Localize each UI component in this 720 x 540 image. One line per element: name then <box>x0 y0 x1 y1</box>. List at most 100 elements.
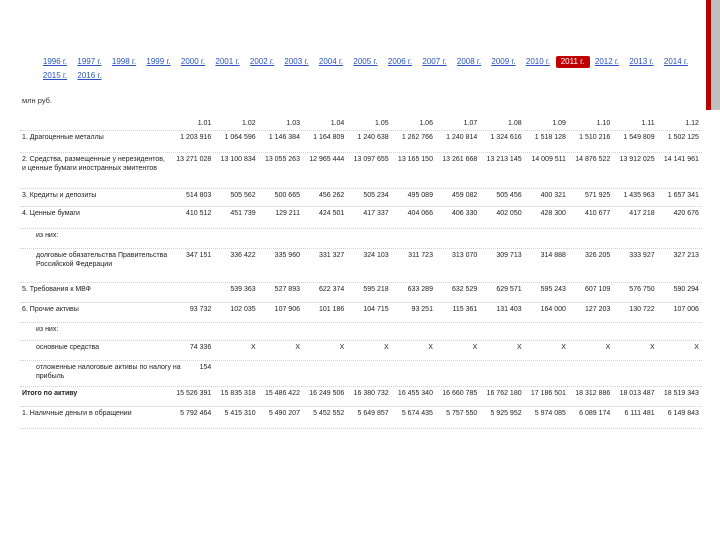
table-cell: 18 013 487 <box>619 390 655 397</box>
table-cell <box>392 364 436 373</box>
row-label: 1. Драгоценные металлы <box>22 134 104 141</box>
table-row: из них: <box>20 229 702 249</box>
column-header: 1.03 <box>286 120 300 127</box>
year-link-2009[interactable]: 2009 г. <box>487 56 521 68</box>
table-cell: 13 271 028 <box>176 156 212 163</box>
table-row: 2. Средства, размещенные у нерезидентов,… <box>20 153 702 189</box>
year-link-2010[interactable]: 2010 г. <box>521 56 555 68</box>
table-cell: 324 103 <box>363 252 389 259</box>
column-header: 1.06 <box>419 120 433 127</box>
row-label: долговые обязательства Правительства Рос… <box>36 252 168 268</box>
row-label: 3. Кредиты и депозиты <box>22 192 97 199</box>
table-row: долговые обязательства Правительства Рос… <box>20 249 702 283</box>
table-cell: 311 723 <box>408 252 433 259</box>
table-cell: 16 455 340 <box>397 390 433 397</box>
table-cell: 104 715 <box>363 306 389 313</box>
table-cell: 456 262 <box>319 192 345 199</box>
balance-table: 1.01 1.02 1.03 1.04 1.05 1.06 1.07 1.08 1.09 1.10… <box>20 117 702 429</box>
table-cell: 107 006 <box>673 306 699 313</box>
year-link-2013[interactable]: 2013 г. <box>625 56 659 68</box>
table-cell: 74 336 <box>189 344 212 351</box>
table-cell: 6 149 843 <box>667 410 699 417</box>
year-link-1999[interactable]: 1999 г. <box>142 56 176 68</box>
table-cell: 129 211 <box>275 210 300 217</box>
year-link-2014[interactable]: 2014 г. <box>659 56 693 68</box>
table-cell: 417 337 <box>363 210 389 217</box>
table-row: Итого по активу 15 526 391 15 835 318 15 48… <box>20 387 702 407</box>
column-header: 1.02 <box>242 120 256 127</box>
table-cell: 335 960 <box>274 252 300 259</box>
year-link-2006[interactable]: 2006 г. <box>383 56 417 68</box>
table-cell: 154 <box>199 364 212 371</box>
table-cell <box>436 364 480 373</box>
table-cell: 115 361 <box>452 306 478 313</box>
table-cell: 13 261 668 <box>442 156 478 163</box>
table-cell: 5 757 550 <box>446 410 478 417</box>
table-cell: 15 526 391 <box>176 390 212 397</box>
table-cell: 632 529 <box>451 286 478 293</box>
table-cell <box>303 364 347 373</box>
year-link-2011[interactable]: 2011 г. <box>555 56 590 68</box>
table-row: 5. Требования к МВФ 539 363 527 893 622 374… <box>20 283 702 303</box>
column-header: 1.07 <box>463 120 478 127</box>
year-link-2012[interactable]: 2012 г. <box>590 56 624 68</box>
year-link-1998[interactable]: 1998 г. <box>107 56 141 68</box>
table-cell <box>347 364 391 373</box>
table-row: 3. Кредиты и депозиты 514 803 505 562 500 6… <box>20 189 702 207</box>
year-link-2005[interactable]: 2005 г. <box>349 56 383 68</box>
table-cell: X <box>339 344 345 351</box>
table-cell: 459 082 <box>451 192 478 199</box>
table-cell: 18 312 886 <box>575 390 611 397</box>
table-cell: 400 321 <box>540 192 566 199</box>
year-link-2016[interactable]: 2016 г. <box>73 70 107 82</box>
table-cell: 505 562 <box>230 192 256 199</box>
row-label: 4. Ценные бумаги <box>22 210 80 217</box>
column-header: 1.10 <box>596 120 611 127</box>
table-cell: X <box>383 344 389 351</box>
table-cell: 314 888 <box>540 252 566 259</box>
table-cell: 5 792 464 <box>180 410 212 417</box>
table-cell: 5 415 310 <box>224 410 256 417</box>
table-cell: 1 502 125 <box>667 134 699 141</box>
table-cell <box>569 364 613 373</box>
year-row-1: 1996 г. 1997 г. 1998 г. 1999 г. 2000 г. 2001 … <box>38 51 688 68</box>
column-header: 1.08 <box>508 120 522 127</box>
year-link-2000[interactable]: 2000 г. <box>176 56 210 68</box>
year-link-2002[interactable]: 2002 г. <box>245 56 279 68</box>
table-cell: X <box>472 344 478 351</box>
year-link-2003[interactable]: 2003 г. <box>280 56 314 68</box>
table-row: основные средства 74 336 X X X X X X X X X X X <box>20 341 702 361</box>
table-cell: 12 965 444 <box>309 156 345 163</box>
table-cell: 331 327 <box>319 252 345 259</box>
table-cell: 13 213 145 <box>486 156 522 163</box>
year-link-2004[interactable]: 2004 г. <box>314 56 348 68</box>
table-cell: X <box>516 344 522 351</box>
table-cell: 595 243 <box>540 286 566 293</box>
table-cell: 1 164 809 <box>313 134 345 141</box>
table-cell <box>658 364 702 373</box>
table-cell: 514 803 <box>186 192 212 199</box>
year-link-2001[interactable]: 2001 г. <box>211 56 245 68</box>
year-link-2015[interactable]: 2015 г. <box>38 70 72 82</box>
unit-label: млн руб. <box>22 96 53 105</box>
row-label: отложенные налоговые активы по налогу на… <box>36 364 181 380</box>
table-cell <box>214 364 258 373</box>
year-link-2007[interactable]: 2007 г. <box>418 56 452 68</box>
table-cell: 347 151 <box>186 252 212 259</box>
table-cell: X <box>428 344 433 351</box>
table-cell: 131 403 <box>496 306 522 313</box>
table-cell: 326 205 <box>584 252 611 259</box>
table-cell: 13 097 655 <box>353 156 389 163</box>
table-cell: 5 490 207 <box>268 410 300 417</box>
table-cell: 406 330 <box>451 210 478 217</box>
row-label: основные средства <box>36 344 100 351</box>
table-cell: 313 070 <box>451 252 478 259</box>
table-cell: 93 732 <box>189 306 212 313</box>
year-link-2008[interactable]: 2008 г. <box>452 56 486 68</box>
table-cell: 5 452 552 <box>313 410 345 417</box>
table-cell: 5 974 085 <box>534 410 566 417</box>
table-cell: X <box>561 344 566 351</box>
table-cell: 15 486 422 <box>264 390 300 397</box>
column-header: 1.09 <box>552 120 566 127</box>
table-cell: X <box>694 344 699 351</box>
